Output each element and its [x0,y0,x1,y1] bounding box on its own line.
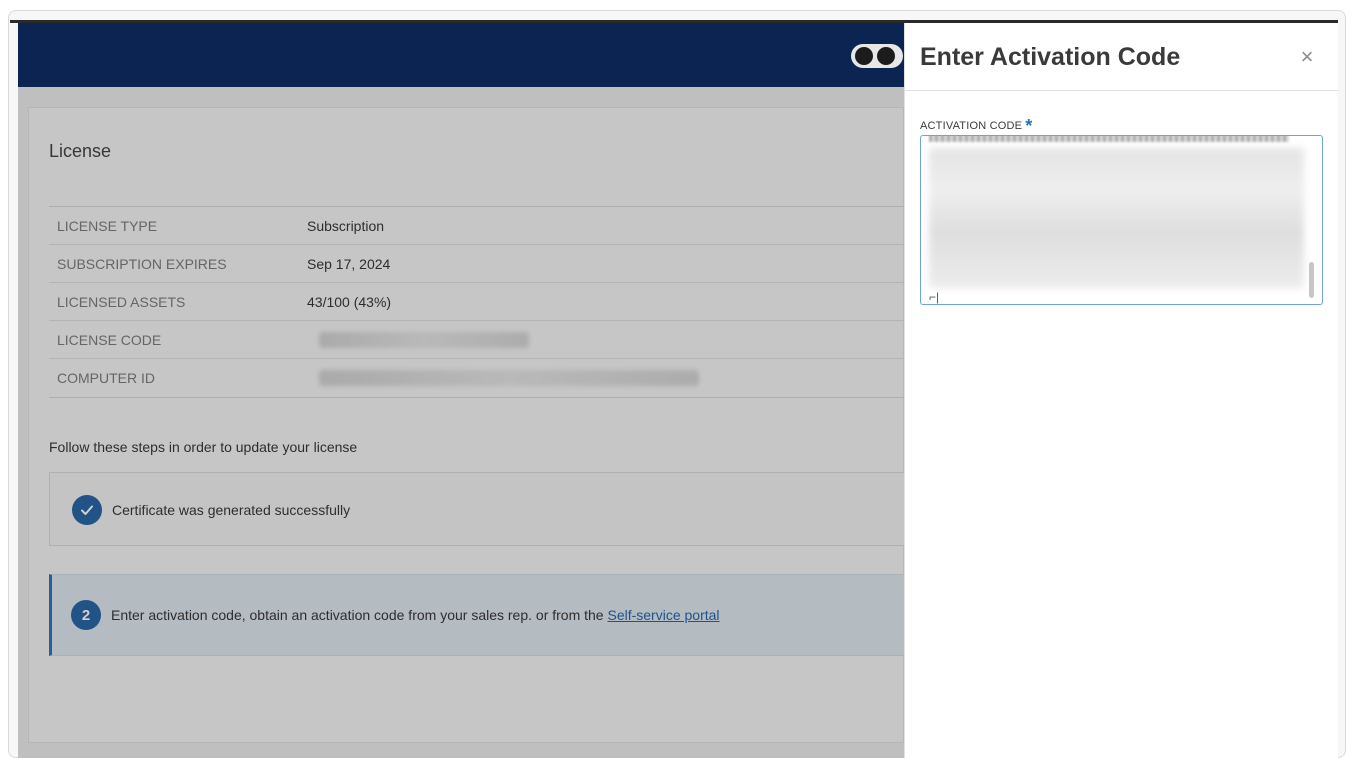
table-row: LICENSE TYPE Subscription [49,207,905,245]
step-activation-text: Enter activation code, obtain an activat… [111,607,720,623]
activation-code-input[interactable]: ⌐| [920,135,1323,305]
table-row: SUBSCRIPTION EXPIRES Sep 17, 2024 [49,245,905,283]
licensed-assets-label: LICENSED ASSETS [57,293,186,310]
license-code-value [307,321,905,358]
steps-intro: Follow these steps in order to update yo… [49,439,358,455]
step-certificate-text: Certificate was generated successfully [112,502,351,518]
required-marker: * [1025,116,1033,136]
license-code-label: LICENSE CODE [57,331,162,348]
subscription-expires-text: Sep 17, 2024 [307,255,391,272]
activation-code-label-text: ACTIVATION CODE [920,120,1023,132]
toggle-knob-icon [855,47,873,65]
licensed-assets-text: 43/100 (43%) [307,293,392,310]
self-service-portal-link[interactable]: Self-service portal [607,607,719,623]
computer-id-value [307,359,905,397]
activation-code-panel: Enter Activation Code × ACTIVATION CODE *… [904,23,1339,758]
table-row: LICENSED ASSETS 43/100 (43%) [49,283,905,321]
panel-divider [905,90,1339,91]
subscription-expires-label: SUBSCRIPTION EXPIRES [57,255,227,272]
license-type-label: LICENSE TYPE [57,217,158,234]
subscription-expires-value: Sep 17, 2024 [307,245,905,282]
text-cursor-icon: ⌐| [929,290,940,304]
computer-id-redacted [319,370,699,386]
license-page: License LICENSE TYPE Subscription SUBSCR… [18,23,905,758]
close-button[interactable]: × [1295,44,1319,69]
license-title: License [49,141,112,161]
license-type-value: Subscription [307,207,905,244]
table-row: COMPUTER ID [49,359,905,397]
activation-code-blurred-content [929,148,1304,288]
license-card: License LICENSE TYPE Subscription SUBSCR… [28,107,905,743]
licensed-assets-value: 43/100 (43%) [307,283,905,320]
license-details-table: LICENSE TYPE Subscription SUBSCRIPTION E… [49,206,905,398]
step-certificate: Certificate was generated successfully [49,472,905,546]
theme-toggle[interactable] [851,44,903,68]
computer-id-label: COMPUTER ID [57,370,155,386]
step-activation-description: Enter activation code, obtain an activat… [111,607,608,623]
textarea-scrollbar[interactable] [1309,262,1314,298]
toggle-moon-icon [877,47,895,65]
activation-code-label: ACTIVATION CODE * [920,113,1033,136]
top-navigation-bar [18,23,904,87]
check-circle-icon [72,495,102,525]
license-type-text: Subscription [307,217,385,234]
step-number-badge: 2 [71,600,101,630]
panel-title: Enter Activation Code [920,43,1181,71]
step-activation: 2 Enter activation code, obtain an activ… [49,574,905,656]
activation-code-text-redacted [929,136,1289,142]
license-code-redacted [319,331,529,348]
table-row: LICENSE CODE [49,321,905,359]
